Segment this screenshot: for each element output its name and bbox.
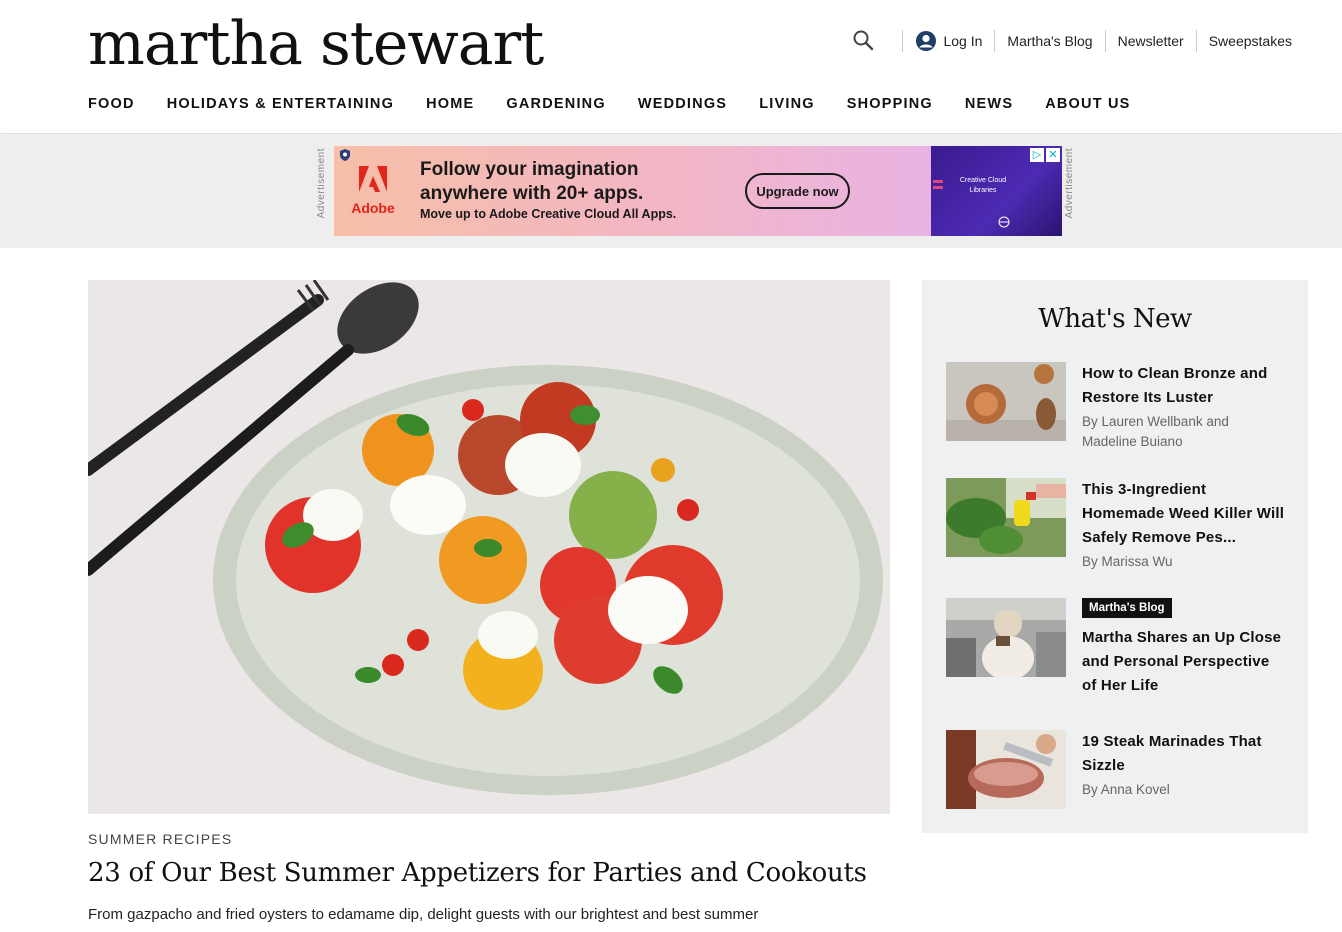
nav-about-us[interactable]: ABOUT US — [1045, 96, 1130, 112]
hero-image[interactable] — [88, 280, 890, 814]
adobe-wordmark: Adobe — [351, 200, 395, 216]
login-label: Log In — [943, 33, 983, 49]
marthas-blog-link[interactable]: Martha's Blog — [1007, 33, 1092, 49]
ad-label-left: Advertisement — [316, 148, 327, 219]
article-title[interactable]: 19 Steak Marinades That Sizzle — [1082, 730, 1287, 778]
sidebar-heading: What's New — [1038, 304, 1192, 334]
adobe-logo: Adobe — [334, 146, 412, 236]
marthas-blog-badge[interactable]: Martha's Blog — [1082, 598, 1172, 618]
ad-label-right: Advertisement — [1064, 148, 1075, 219]
article-title[interactable]: Martha Shares an Up Close and Personal P… — [1082, 626, 1287, 698]
nav-weddings[interactable]: WEDDINGS — [638, 96, 727, 112]
divider — [994, 30, 996, 52]
article-thumbnail[interactable] — [946, 362, 1066, 441]
ad-panel-text: Creative Cloud Libraries — [959, 177, 1007, 194]
adchoices-icon[interactable]: ▷ — [1030, 148, 1044, 162]
article-thumbnail[interactable] — [946, 730, 1066, 809]
article-text: 19 Steak Marinades That Sizzle By Anna K… — [1082, 730, 1287, 800]
divider — [902, 30, 904, 52]
nav-food[interactable]: FOOD — [88, 96, 135, 112]
article-text: Martha's Blog Martha Shares an Up Close … — [1082, 598, 1287, 698]
ad-subline: Move up to Adobe Creative Cloud All Apps… — [420, 207, 677, 221]
nav-gardening[interactable]: GARDENING — [506, 96, 605, 112]
article-text: This 3-Ingredient Homemade Weed Killer W… — [1082, 478, 1287, 572]
article-thumbnail[interactable] — [946, 598, 1066, 677]
utility-nav: Log In Martha's Blog Newsletter Sweepsta… — [852, 28, 1292, 54]
article-byline: By Lauren Wellbank and Madeline Buiano — [1082, 414, 1229, 449]
divider — [1195, 30, 1197, 52]
ad-choices: ▷ ✕ — [1030, 148, 1060, 162]
hero-title[interactable]: 23 of Our Best Summer Appetizers for Par… — [88, 858, 867, 888]
login-link[interactable]: Log In — [915, 30, 982, 52]
ad-headline: Follow your imagination anywhere with 20… — [420, 159, 644, 204]
upgrade-now-button[interactable]: Upgrade now — [745, 173, 850, 209]
nav-shopping[interactable]: SHOPPING — [847, 96, 933, 112]
adobe-mark-icon — [359, 166, 387, 192]
divider — [1104, 30, 1106, 52]
user-icon — [916, 31, 937, 51]
article-thumbnail[interactable] — [946, 478, 1066, 557]
article-byline: By Anna Kovel — [1082, 782, 1170, 797]
adobe-ad-banner[interactable]: Adobe Follow your imagination anywhere w… — [334, 146, 1062, 236]
newsletter-link[interactable]: Newsletter — [1118, 33, 1184, 49]
search-icon[interactable] — [852, 29, 876, 53]
nav-home[interactable]: HOME — [426, 96, 474, 112]
globe-icon — [998, 216, 1010, 228]
hero-description: From gazpacho and fried oysters to edama… — [88, 906, 759, 923]
whats-new-sidebar: What's New How to Clean Bronze and Resto… — [922, 280, 1308, 833]
close-ad-icon[interactable]: ✕ — [1046, 148, 1060, 162]
site-logo[interactable]: martha stewart — [88, 8, 544, 80]
hero-kicker[interactable]: SUMMER RECIPES — [88, 831, 232, 847]
site-header: martha stewart Log In Martha's Blog News… — [0, 0, 1342, 134]
article-title[interactable]: This 3-Ingredient Homemade Weed Killer W… — [1082, 478, 1287, 550]
nav-living[interactable]: LIVING — [759, 96, 815, 112]
sweepstakes-link[interactable]: Sweepstakes — [1209, 33, 1292, 49]
chart-icon — [933, 180, 943, 189]
article-text: How to Clean Bronze and Restore Its Lust… — [1082, 362, 1287, 452]
nav-news[interactable]: NEWS — [965, 96, 1013, 112]
article-byline: By Marissa Wu — [1082, 554, 1173, 569]
main-nav: FOOD HOLIDAYS & ENTERTAINING HOME GARDEN… — [88, 96, 1163, 112]
nav-holidays-entertaining[interactable]: HOLIDAYS & ENTERTAINING — [167, 96, 394, 112]
article-title[interactable]: How to Clean Bronze and Restore Its Lust… — [1082, 362, 1287, 410]
